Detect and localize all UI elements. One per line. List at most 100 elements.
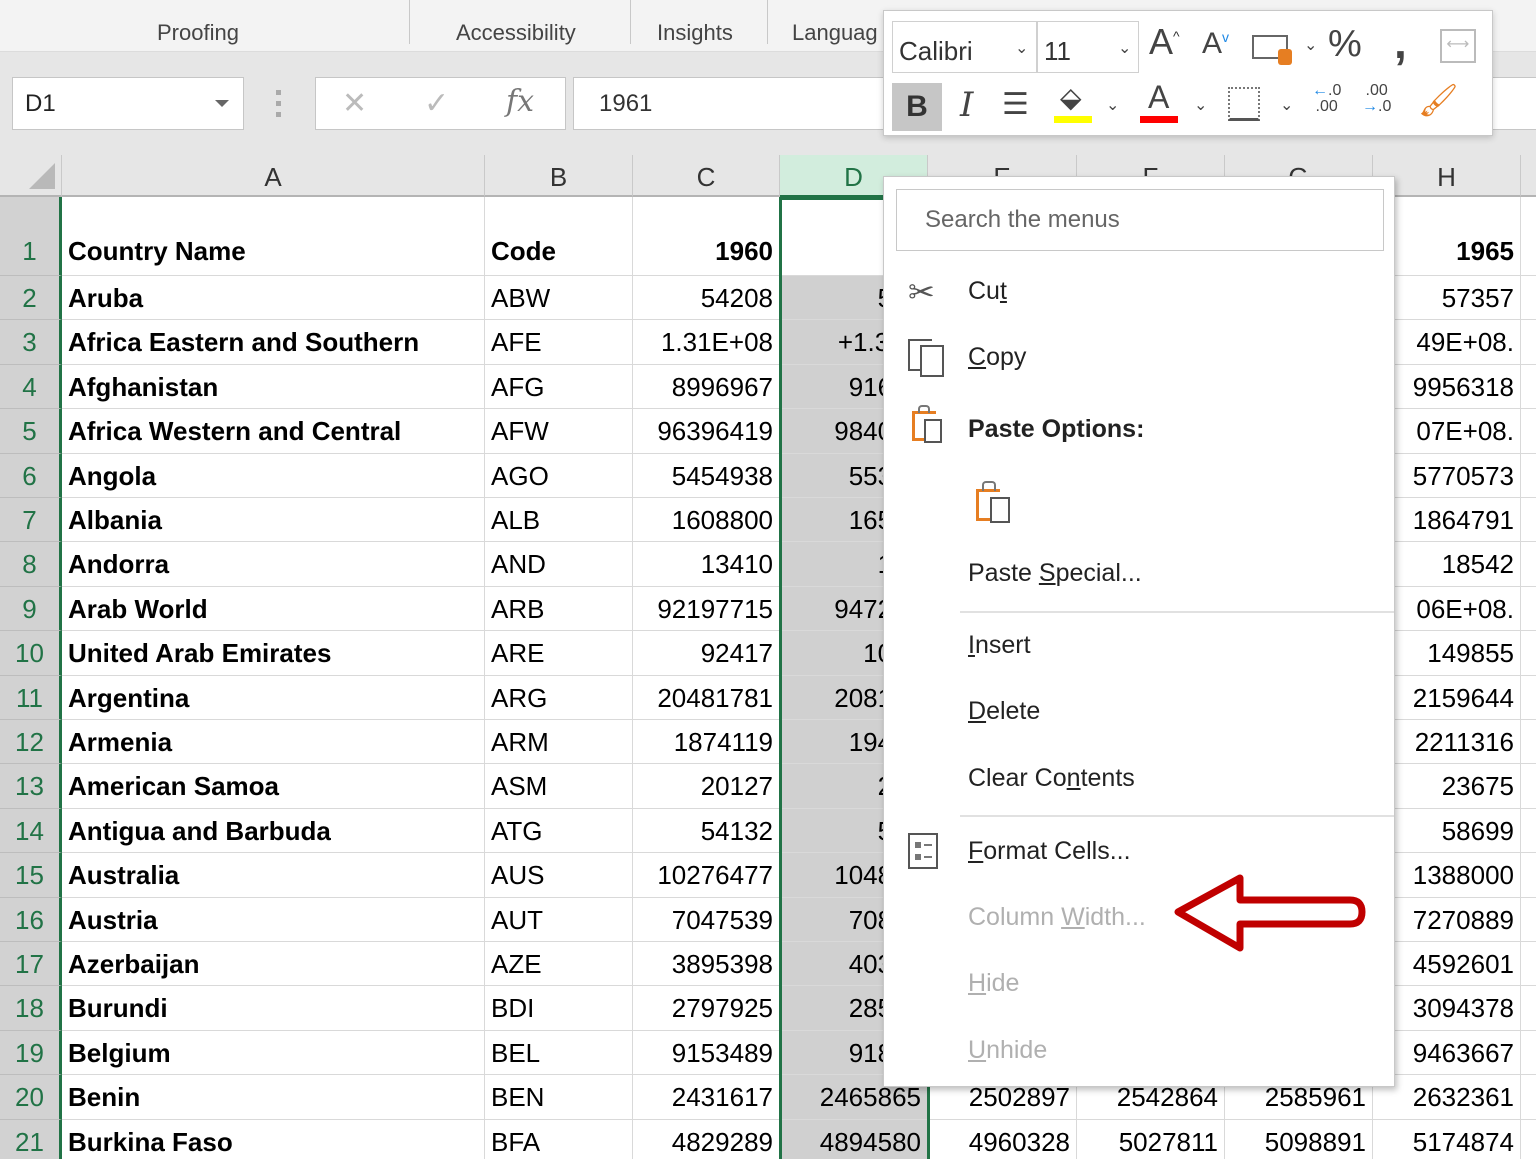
- cell[interactable]: 149855: [1373, 631, 1521, 676]
- row-header[interactable]: 1: [0, 197, 62, 276]
- cell[interactable]: .07E+08: [1373, 409, 1521, 454]
- cell[interactable]: 9463667: [1373, 1030, 1521, 1076]
- cell[interactable]: Australia: [62, 853, 485, 898]
- name-box[interactable]: D1: [12, 77, 244, 130]
- row-header[interactable]: 12: [0, 720, 62, 765]
- cell[interactable]: 1: [1521, 853, 1536, 898]
- cell[interactable]: ABW: [485, 276, 633, 321]
- cell[interactable]: 5098891: [1225, 1119, 1373, 1159]
- cell[interactable]: [1521, 197, 1536, 276]
- cell[interactable]: 9956318: [1373, 364, 1521, 410]
- cell[interactable]: 7047539: [633, 897, 780, 942]
- row-header[interactable]: 4: [0, 364, 62, 410]
- cell[interactable]: AUS: [485, 853, 633, 898]
- cell[interactable]: 8996967: [633, 364, 780, 410]
- percent-style-icon[interactable]: %: [1328, 23, 1362, 66]
- cell[interactable]: [1521, 454, 1536, 498]
- row-header[interactable]: 19: [0, 1030, 62, 1076]
- cell[interactable]: United Arab Emirates: [62, 631, 485, 676]
- ribbon-group-insights[interactable]: Insights: [657, 20, 733, 46]
- cell[interactable]: [1521, 631, 1536, 676]
- cell[interactable]: [1521, 764, 1536, 809]
- cell[interactable]: AUT: [485, 897, 633, 942]
- cell[interactable]: 1965: [1373, 197, 1521, 276]
- row-header[interactable]: 2: [0, 276, 62, 321]
- menu-item-insert[interactable]: Insert: [968, 631, 1031, 660]
- cell[interactable]: Africa Eastern and Southern: [62, 320, 485, 365]
- row-header[interactable]: 5: [0, 409, 62, 454]
- cell[interactable]: Code: [485, 197, 633, 276]
- cell[interactable]: 3895398: [633, 942, 780, 987]
- column-header-c[interactable]: C: [633, 155, 780, 197]
- cell[interactable]: 5454938: [633, 453, 780, 498]
- cell[interactable]: Azerbaijan: [62, 942, 485, 987]
- cell[interactable]: 7270889: [1373, 897, 1521, 942]
- font-color-button[interactable]: A: [1140, 79, 1180, 123]
- cell[interactable]: 9153489: [633, 1030, 780, 1076]
- enter-icon[interactable]: ✓: [424, 86, 449, 121]
- cell[interactable]: 2431617: [633, 1075, 780, 1120]
- ribbon-group-accessibility[interactable]: Accessibility: [456, 20, 576, 46]
- cell[interactable]: 2159644: [1373, 675, 1521, 720]
- cell[interactable]: Belgium: [62, 1030, 485, 1076]
- font-size-select[interactable]: 11 ⌄: [1037, 21, 1139, 73]
- row-header[interactable]: 8: [0, 542, 62, 587]
- row-header[interactable]: 10: [0, 631, 62, 676]
- chevron-down-icon[interactable]: ⌄: [1280, 95, 1293, 115]
- cell[interactable]: [1521, 898, 1536, 942]
- cell[interactable]: [1521, 587, 1536, 632]
- menu-item-unhide[interactable]: Unhide: [968, 1036, 1047, 1065]
- cell[interactable]: Argentina: [62, 675, 485, 720]
- format-painter-icon[interactable]: 🖌: [1418, 81, 1459, 119]
- cell[interactable]: Armenia: [62, 720, 485, 765]
- cell[interactable]: 5770573: [1373, 453, 1521, 498]
- cell[interactable]: AZE: [485, 942, 633, 987]
- comma-style-icon[interactable]: ,: [1394, 15, 1407, 69]
- font-name-select[interactable]: Calibri ⌄: [892, 21, 1037, 73]
- italic-icon[interactable]: I: [960, 85, 973, 125]
- cell[interactable]: 4960328: [928, 1119, 1077, 1159]
- chevron-down-icon[interactable]: ⌄: [1194, 95, 1207, 115]
- cell[interactable]: [1521, 276, 1536, 321]
- cell[interactable]: AFG: [485, 364, 633, 410]
- cell[interactable]: [1521, 1120, 1536, 1159]
- cell[interactable]: ALB: [485, 498, 633, 543]
- cell[interactable]: AFW: [485, 409, 633, 454]
- cell[interactable]: Antigua and Barbuda: [62, 808, 485, 854]
- cell[interactable]: 3094378: [1373, 986, 1521, 1031]
- row-header[interactable]: 7: [0, 498, 62, 543]
- merge-center-icon[interactable]: ⟷: [1440, 29, 1476, 63]
- cell[interactable]: ARE: [485, 631, 633, 676]
- row-header[interactable]: 11: [0, 675, 62, 720]
- cell[interactable]: 4829289: [633, 1119, 780, 1159]
- menu-item-paste-special[interactable]: Paste Special...: [968, 559, 1142, 588]
- increase-decimal-icon[interactable]: ←.0.00: [1312, 83, 1341, 115]
- cell[interactable]: Afghanistan: [62, 364, 485, 410]
- cell[interactable]: Arab World: [62, 586, 485, 632]
- menu-item-hide[interactable]: Hide: [968, 969, 1019, 998]
- select-all-button[interactable]: [0, 155, 62, 197]
- borders-icon[interactable]: [1228, 87, 1260, 121]
- row-header[interactable]: 14: [0, 808, 62, 854]
- menu-item-column-width[interactable]: Column Width...: [968, 903, 1146, 932]
- column-header-h[interactable]: H: [1373, 155, 1521, 197]
- row-header[interactable]: 16: [0, 897, 62, 942]
- cell[interactable]: ARB: [485, 586, 633, 632]
- cell[interactable]: [1521, 986, 1536, 1031]
- cell[interactable]: 1960: [633, 197, 780, 276]
- cell[interactable]: [1521, 409, 1536, 454]
- cell[interactable]: 54208: [633, 276, 780, 321]
- row-header[interactable]: 15: [0, 853, 62, 898]
- cell[interactable]: 4894580: [780, 1119, 928, 1159]
- menu-item-delete[interactable]: Delete: [968, 697, 1040, 726]
- cell[interactable]: 1874119: [633, 720, 780, 765]
- row-header[interactable]: 21: [0, 1119, 62, 1159]
- cell[interactable]: BEL: [485, 1030, 633, 1076]
- cell[interactable]: [1521, 542, 1536, 587]
- cell[interactable]: 2: [1521, 676, 1536, 720]
- cell[interactable]: [1521, 942, 1536, 987]
- cell[interactable]: [1521, 1075, 1536, 1120]
- cell[interactable]: ARM: [485, 720, 633, 765]
- row-header[interactable]: 9: [0, 586, 62, 632]
- cell[interactable]: 1.31E+08: [633, 320, 780, 365]
